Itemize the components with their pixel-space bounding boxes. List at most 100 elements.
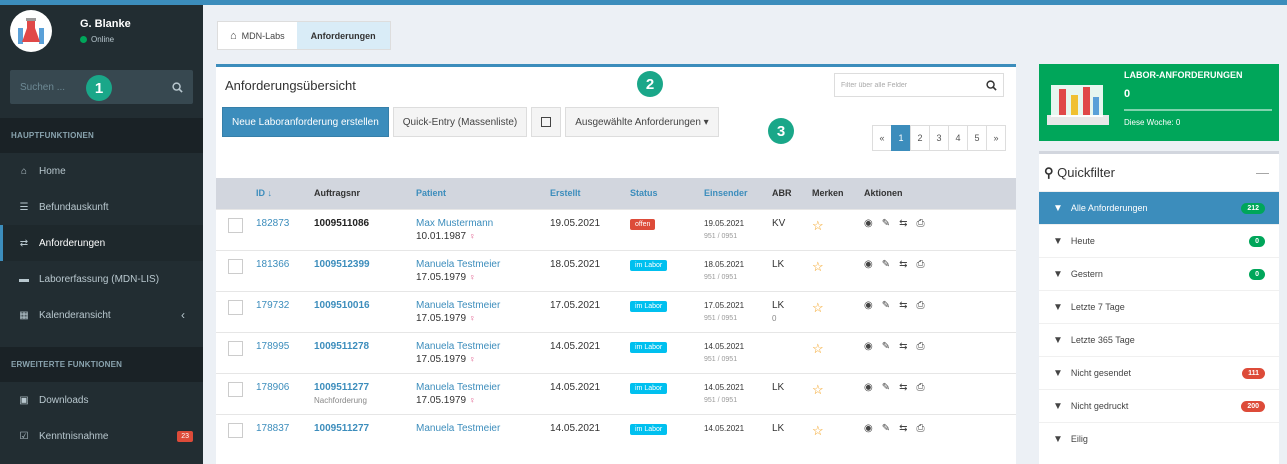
table-row[interactable]: 181366 1009512399 Manuela Testmeier 17.05.1…: [216, 249, 1016, 291]
row-auftragsnr[interactable]: 1009512399: [314, 259, 370, 270]
star-icon[interactable]: ☆: [812, 382, 824, 397]
quick-entry-button[interactable]: Quick-Entry (Massenliste): [392, 107, 528, 137]
sidebar-item-kalenderansicht[interactable]: ▦ Kalenderansicht ‹: [0, 297, 203, 333]
retweet-icon[interactable]: ⇆: [899, 382, 907, 393]
table-row[interactable]: 178837 1009511277 Manuela Testmeier 14.05.2…: [216, 413, 1016, 455]
new-request-button[interactable]: Neue Laboranforderung erstellen: [222, 107, 389, 137]
col-einsender[interactable]: Einsender: [700, 178, 768, 209]
table-row[interactable]: 182873 1009511086 Max Mustermann 10.01.1987…: [216, 208, 1016, 250]
col-auftragsnr[interactable]: Auftragsnr: [310, 178, 412, 209]
quickfilter-item[interactable]: ▼ Nicht gesendet 111: [1039, 356, 1279, 389]
row-checkbox[interactable]: [228, 340, 243, 356]
eye-icon[interactable]: ◉: [864, 341, 873, 352]
filter-icon: ▼: [1053, 301, 1063, 313]
table-row[interactable]: 179732 1009510016 Manuela Testmeier 17.05.1…: [216, 290, 1016, 332]
eye-icon[interactable]: ◉: [864, 423, 873, 434]
edit-icon[interactable]: ✎: [882, 382, 890, 393]
row-checkbox[interactable]: [228, 299, 243, 315]
page-prev[interactable]: «: [872, 125, 892, 151]
print-icon[interactable]: ⎙: [917, 218, 925, 229]
filter-input[interactable]: [841, 81, 981, 89]
edit-icon[interactable]: ✎: [882, 300, 890, 311]
page-next[interactable]: »: [986, 125, 1006, 151]
star-icon[interactable]: ☆: [812, 218, 824, 233]
print-icon[interactable]: ⎙: [917, 300, 925, 311]
search-icon[interactable]: [172, 81, 183, 93]
sidebar-item-kenntnisnahme[interactable]: ☑ Kenntnisnahme 23: [0, 418, 203, 454]
sidebar-item-befundauskunft[interactable]: ☰ Befundauskunft: [0, 189, 203, 225]
row-patient[interactable]: Manuela Testmeier: [416, 382, 500, 393]
collapse-button[interactable]: —: [1256, 165, 1269, 180]
page-5[interactable]: 5: [967, 125, 987, 151]
row-auftragsnr[interactable]: 1009511277: [314, 423, 369, 434]
edit-icon[interactable]: ✎: [882, 218, 890, 229]
row-patient[interactable]: Manuela Testmeier: [416, 341, 500, 352]
row-id[interactable]: 181366: [256, 259, 289, 270]
print-icon[interactable]: ⎙: [917, 423, 925, 434]
print-icon[interactable]: ⎙: [917, 341, 925, 352]
row-checkbox[interactable]: [228, 422, 243, 438]
row-auftragsnr[interactable]: 1009510016: [314, 300, 370, 311]
breadcrumb-home[interactable]: ⌂ MDN-Labs: [218, 22, 297, 49]
edit-icon[interactable]: ✎: [882, 259, 890, 270]
row-patient[interactable]: Manuela Testmeier: [416, 300, 500, 311]
row-patient[interactable]: Manuela Testmeier: [416, 259, 500, 270]
row-auftragsnr[interactable]: 1009511277: [314, 382, 369, 393]
row-id[interactable]: 178995: [256, 341, 289, 352]
page-4[interactable]: 4: [948, 125, 968, 151]
eye-icon[interactable]: ◉: [864, 259, 873, 270]
row-id[interactable]: 179732: [256, 300, 289, 311]
quickfilter-item[interactable]: ▼ Letzte 365 Tage: [1039, 323, 1279, 356]
page-1[interactable]: 1: [891, 125, 911, 151]
row-einsender-code: 951 / 0951: [704, 273, 738, 281]
page-3[interactable]: 3: [929, 125, 949, 151]
search-icon[interactable]: [986, 79, 997, 91]
sidebar-search-input[interactable]: [20, 81, 150, 93]
quickfilter-item[interactable]: ▼ Gestern 0: [1039, 257, 1279, 290]
row-id[interactable]: 178906: [256, 382, 289, 393]
eye-icon[interactable]: ◉: [864, 300, 873, 311]
row-auftragsnr[interactable]: 1009511086: [314, 218, 369, 229]
col-status[interactable]: Status: [626, 178, 700, 209]
table-row[interactable]: 178906 1009511277 Nachforderung Manuela Tes…: [216, 372, 1016, 414]
quickfilter-item[interactable]: ▼ Heute 0: [1039, 224, 1279, 257]
star-icon[interactable]: ☆: [812, 259, 824, 274]
edit-icon[interactable]: ✎: [882, 341, 890, 352]
sidebar-item-laborerfassung[interactable]: ▬ Laborerfassung (MDN-LIS): [0, 261, 203, 297]
retweet-icon[interactable]: ⇆: [899, 341, 907, 352]
selected-requests-dropdown[interactable]: Ausgewählte Anforderungen ▾: [565, 107, 719, 137]
retweet-icon[interactable]: ⇆: [899, 218, 907, 229]
row-id[interactable]: 182873: [256, 218, 289, 229]
star-icon[interactable]: ☆: [812, 423, 824, 438]
row-patient[interactable]: Manuela Testmeier: [416, 423, 500, 434]
eye-icon[interactable]: ◉: [864, 382, 873, 393]
page-2[interactable]: 2: [910, 125, 930, 151]
sidebar-item-downloads[interactable]: ▣ Downloads: [0, 382, 203, 418]
row-checkbox[interactable]: [228, 381, 243, 397]
quickfilter-item[interactable]: ▼ Alle Anforderungen 212: [1039, 191, 1279, 224]
quickfilter-item[interactable]: ▼ Eilig: [1039, 422, 1279, 455]
row-checkbox[interactable]: [228, 217, 243, 233]
row-id[interactable]: 178837: [256, 423, 289, 434]
select-all-checkbox[interactable]: [531, 107, 562, 137]
star-icon[interactable]: ☆: [812, 300, 824, 315]
sidebar-item-anforderungen[interactable]: ⇄ Anforderungen: [0, 225, 203, 261]
row-auftragsnr[interactable]: 1009511278: [314, 341, 369, 352]
star-icon[interactable]: ☆: [812, 341, 824, 356]
retweet-icon[interactable]: ⇆: [899, 300, 907, 311]
row-checkbox[interactable]: [228, 258, 243, 274]
row-patient[interactable]: Max Mustermann: [416, 218, 493, 229]
eye-icon[interactable]: ◉: [864, 218, 873, 229]
edit-icon[interactable]: ✎: [882, 423, 890, 434]
print-icon[interactable]: ⎙: [917, 259, 925, 270]
col-erstellt[interactable]: Erstellt: [546, 178, 626, 209]
retweet-icon[interactable]: ⇆: [899, 259, 907, 270]
sidebar-item-home[interactable]: ⌂ Home: [0, 153, 203, 189]
print-icon[interactable]: ⎙: [917, 382, 925, 393]
col-id[interactable]: ID ↓: [252, 178, 310, 209]
quickfilter-item[interactable]: ▼ Nicht gedruckt 200: [1039, 389, 1279, 422]
quickfilter-item[interactable]: ▼ Letzte 7 Tage: [1039, 290, 1279, 323]
col-patient[interactable]: Patient: [412, 178, 546, 209]
retweet-icon[interactable]: ⇆: [899, 423, 907, 434]
table-row[interactable]: 178995 1009511278 Manuela Testmeier 17.05.1…: [216, 331, 1016, 373]
